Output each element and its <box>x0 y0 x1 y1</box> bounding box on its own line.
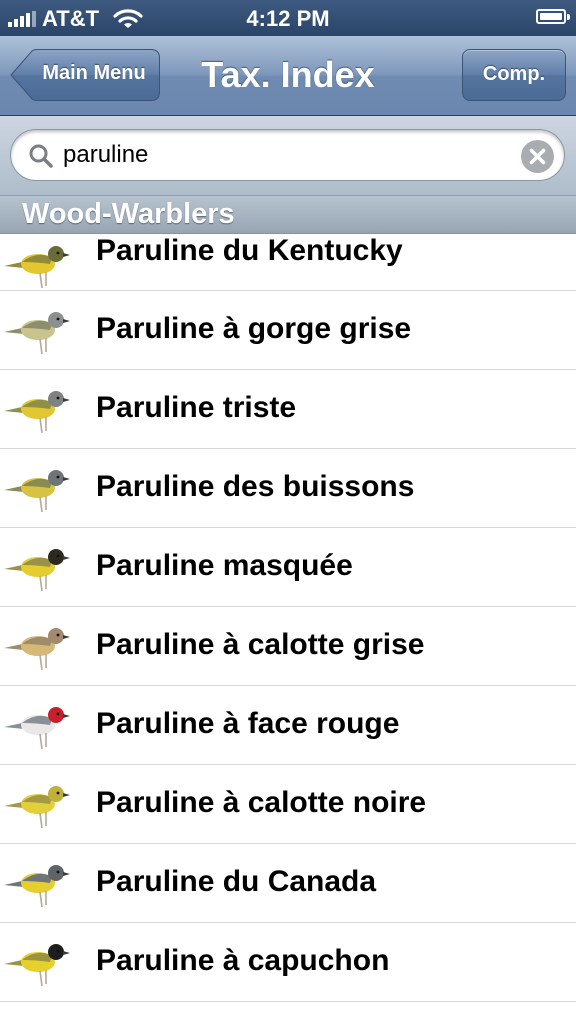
status-bar: AT&T 4:12 PM <box>0 0 576 36</box>
bird-illustration-icon <box>4 246 70 289</box>
compare-button[interactable]: Comp. <box>462 49 566 101</box>
list-item[interactable]: Paruline triste <box>0 370 576 449</box>
clear-icon <box>529 148 546 165</box>
species-name: Paruline du Kentucky <box>96 234 403 267</box>
bird-illustration-icon <box>4 628 70 671</box>
list-item[interactable]: Paruline à face rouge <box>0 686 576 765</box>
species-name: Paruline à capuchon <box>96 944 390 977</box>
search-bar <box>0 116 576 196</box>
compare-button-label: Comp. <box>482 63 546 85</box>
species-name: Paruline triste <box>96 391 297 424</box>
list-item[interactable]: Paruline masquée <box>0 528 576 607</box>
species-name: Paruline à calotte grise <box>96 628 425 661</box>
species-name: Paruline masquée <box>96 549 353 582</box>
list-item[interactable]: Paruline du Kentucky <box>0 234 576 291</box>
species-name: Paruline à calotte noire <box>96 786 427 819</box>
bird-illustration-icon <box>4 865 70 908</box>
search-field[interactable] <box>10 129 565 181</box>
search-input[interactable] <box>63 139 503 171</box>
species-name: Paruline des buissons <box>96 470 415 503</box>
list-item[interactable]: Paruline à calotte noire <box>0 765 576 844</box>
list-item[interactable]: Paruline du Canada <box>0 844 576 923</box>
species-name: Paruline du Canada <box>96 865 377 898</box>
section-header: Wood-Warblers <box>0 196 576 234</box>
navigation-bar: Main Menu Tax. Index Comp. <box>0 36 576 116</box>
bird-illustration-icon <box>4 786 70 829</box>
bird-illustration-icon <box>4 470 70 513</box>
list-item[interactable]: Paruline à capuchon <box>0 923 576 1002</box>
list-item[interactable]: Paruline des buissons <box>0 449 576 528</box>
species-name: Paruline à face rouge <box>96 707 400 740</box>
section-title: Wood-Warblers <box>22 198 235 230</box>
bird-illustration-icon <box>4 549 70 592</box>
clear-search-button[interactable] <box>521 140 554 173</box>
bird-illustration-icon <box>4 707 70 750</box>
battery-icon <box>536 9 570 24</box>
bird-illustration-icon <box>4 391 70 434</box>
search-icon <box>29 144 53 168</box>
list-item[interactable]: Paruline à gorge grise <box>0 291 576 370</box>
bird-illustration-icon <box>4 944 70 987</box>
list-item[interactable]: Paruline à calotte grise <box>0 607 576 686</box>
species-name: Paruline à gorge grise <box>96 312 412 345</box>
bird-illustration-icon <box>4 312 70 355</box>
status-time: 4:12 PM <box>246 6 330 31</box>
species-list[interactable]: Paruline du Kentucky Paruline à gorge gri… <box>0 234 576 1024</box>
